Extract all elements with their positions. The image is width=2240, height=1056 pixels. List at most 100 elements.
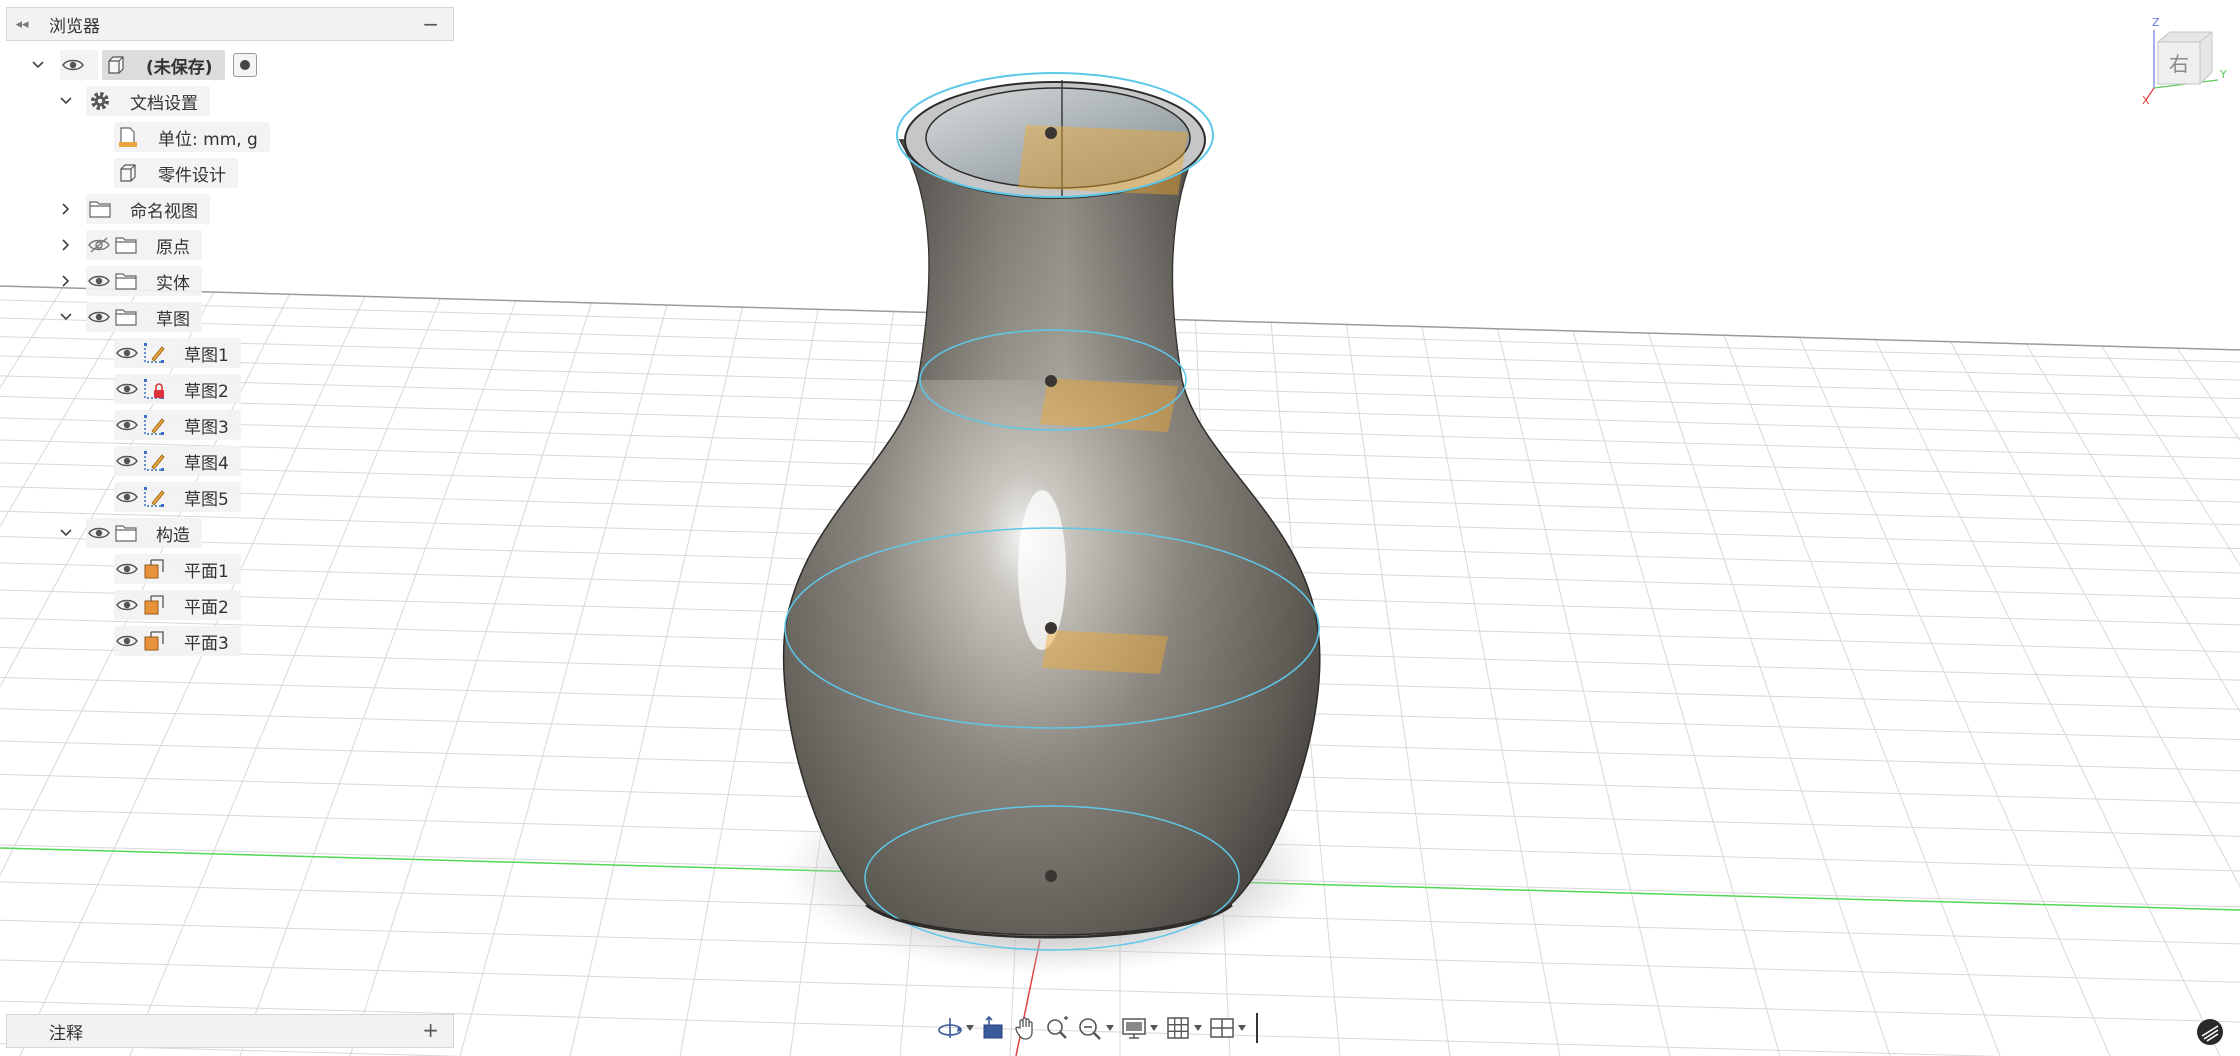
chevron-right-icon[interactable] bbox=[56, 235, 76, 255]
tree-root-unsaved[interactable]: (未保存) bbox=[28, 47, 257, 83]
grid-line bbox=[1648, 332, 1891, 1056]
browser-panel-header: ◂◂ 浏览器 − bbox=[6, 7, 454, 41]
eye-icon[interactable] bbox=[114, 626, 140, 656]
sketch-icon bbox=[140, 446, 168, 476]
construction-plane-1[interactable] bbox=[1018, 125, 1188, 195]
eye-icon[interactable] bbox=[114, 590, 140, 620]
construction-plane-2[interactable] bbox=[1040, 378, 1178, 432]
sketch-center-point[interactable] bbox=[1045, 870, 1057, 882]
eye-icon[interactable] bbox=[114, 554, 140, 584]
eye-icon[interactable] bbox=[86, 302, 112, 332]
caret-down-icon[interactable] bbox=[1148, 1025, 1160, 1031]
3d-viewport[interactable] bbox=[0, 0, 2240, 1056]
chevron-right-icon[interactable] bbox=[56, 271, 76, 291]
tree-item-named-views[interactable]: 命名视图 bbox=[56, 191, 210, 227]
tree-item-units[interactable]: 单位: mm, g bbox=[114, 119, 270, 155]
collapse-panel-icon[interactable]: ◂◂ bbox=[7, 17, 37, 32]
caret-down-icon[interactable] bbox=[1236, 1025, 1248, 1031]
viewports-button[interactable] bbox=[1208, 1010, 1248, 1046]
tree-item-label: 草图3 bbox=[184, 417, 229, 438]
sketch-icon bbox=[140, 410, 168, 440]
eye-icon[interactable] bbox=[60, 50, 86, 80]
chevron-down-icon[interactable] bbox=[28, 55, 48, 75]
folder-icon bbox=[112, 266, 140, 296]
add-comment-button[interactable]: + bbox=[422, 1018, 439, 1042]
display-settings-button[interactable] bbox=[1120, 1010, 1160, 1046]
sketch-center-point[interactable] bbox=[1045, 375, 1057, 387]
zoom-button[interactable] bbox=[1044, 1010, 1072, 1046]
construction-plane-3[interactable] bbox=[1042, 630, 1168, 674]
tree-item-sketches[interactable]: 草图 bbox=[56, 299, 202, 335]
tree-item-construction[interactable]: 构造 bbox=[56, 515, 202, 551]
display-settings-icon bbox=[1122, 1018, 1146, 1039]
caret-down-icon[interactable] bbox=[964, 1025, 976, 1031]
eye-icon[interactable] bbox=[114, 338, 140, 368]
eye-icon[interactable] bbox=[114, 446, 140, 476]
sketch-locked-icon bbox=[140, 374, 168, 404]
tree-item-label: 草图5 bbox=[184, 489, 229, 510]
tree-item-sketch-5[interactable]: 草图5 bbox=[114, 479, 241, 515]
sketch-center-point[interactable] bbox=[1045, 127, 1057, 139]
comments-panel-header: 注释 + bbox=[6, 1014, 454, 1048]
minimize-panel-button[interactable]: − bbox=[422, 12, 439, 36]
tree-item-label: 平面2 bbox=[184, 597, 229, 618]
sketch-center-point[interactable] bbox=[1045, 622, 1057, 634]
eye-icon[interactable] bbox=[114, 374, 140, 404]
grid-line bbox=[2176, 347, 2240, 442]
fit-icon bbox=[1079, 1018, 1101, 1040]
chevron-down-icon[interactable] bbox=[56, 523, 76, 543]
activate-component-radio[interactable] bbox=[232, 53, 257, 77]
component-icon bbox=[102, 50, 130, 80]
eye-icon[interactable] bbox=[114, 482, 140, 512]
fit-button[interactable] bbox=[1076, 1010, 1116, 1046]
comments-title: 注释 bbox=[49, 1023, 83, 1044]
tree-item-bodies[interactable]: 实体 bbox=[56, 263, 202, 299]
tree-item-label: 草图2 bbox=[184, 381, 229, 402]
tree-item-sketch-1[interactable]: 草图1 bbox=[114, 335, 241, 371]
eye-icon[interactable] bbox=[86, 266, 112, 296]
chevron-down-icon[interactable] bbox=[56, 307, 76, 327]
axis-y-label: Y bbox=[2219, 68, 2227, 81]
axis-x-label: X bbox=[2142, 94, 2150, 104]
part-design-icon bbox=[114, 158, 142, 188]
eye-icon[interactable] bbox=[86, 518, 112, 548]
tree-item-part-design[interactable]: 零件设计 bbox=[114, 155, 238, 191]
app-status-icon[interactable] bbox=[2196, 1018, 2224, 1046]
tree-item-label: 平面3 bbox=[184, 633, 229, 654]
tree-item-plane-1[interactable]: 平面1 bbox=[114, 551, 241, 587]
eye-hidden-icon[interactable] bbox=[86, 230, 112, 260]
pan-icon bbox=[1015, 1017, 1033, 1040]
tree-item-label: 平面1 bbox=[184, 561, 229, 582]
tree-item-sketch-4[interactable]: 草图4 bbox=[114, 443, 241, 479]
zoom-icon bbox=[1047, 1016, 1068, 1039]
caret-down-icon[interactable] bbox=[1192, 1025, 1204, 1031]
tree-item-origin[interactable]: 原点 bbox=[56, 227, 202, 263]
chevron-down-icon[interactable] bbox=[56, 91, 76, 111]
tree-item-sketch-2[interactable]: 草图2 bbox=[114, 371, 241, 407]
tree-item-label: 草图1 bbox=[184, 345, 229, 366]
grid-line bbox=[459, 304, 668, 1056]
folder-icon bbox=[86, 194, 114, 224]
tree-item-plane-3[interactable]: 平面3 bbox=[114, 623, 241, 659]
look-at-button[interactable] bbox=[980, 1010, 1008, 1046]
grid-line bbox=[1950, 341, 2240, 888]
tree-item-sketch-3[interactable]: 草图3 bbox=[114, 407, 241, 443]
units-icon bbox=[114, 122, 142, 152]
tree-item-label: 实体 bbox=[156, 273, 190, 294]
plane-icon bbox=[140, 554, 168, 584]
grid-line bbox=[1799, 337, 2111, 1056]
view-cube[interactable]: 右 Z Y X bbox=[2140, 14, 2230, 104]
grid-line bbox=[569, 307, 743, 1056]
pan-button[interactable] bbox=[1012, 1010, 1040, 1046]
eye-icon[interactable] bbox=[114, 410, 140, 440]
tree-item-plane-2[interactable]: 平面2 bbox=[114, 587, 241, 623]
grid-line bbox=[349, 302, 592, 1056]
chevron-right-icon[interactable] bbox=[56, 199, 76, 219]
grid-snaps-button[interactable] bbox=[1164, 1010, 1204, 1046]
orbit-button[interactable] bbox=[936, 1010, 976, 1046]
vase-highlight bbox=[1018, 490, 1066, 650]
caret-down-icon[interactable] bbox=[1104, 1025, 1116, 1031]
tree-item-document-settings[interactable]: 文档设置 bbox=[56, 83, 210, 119]
look-at-icon bbox=[983, 1015, 1003, 1039]
root-component-label: (未保存) bbox=[146, 57, 213, 78]
